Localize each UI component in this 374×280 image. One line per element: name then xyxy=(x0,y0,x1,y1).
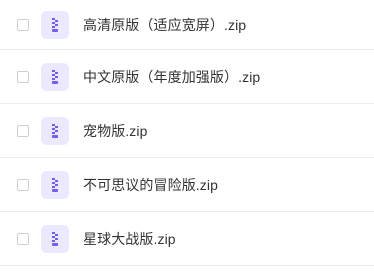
file-list: 高清原版（适应宽屏）.zip 中文原版（年度加强版）.zip 宠物版.zip 不… xyxy=(0,0,374,280)
file-name[interactable]: 星球大战版.zip xyxy=(83,229,176,249)
file-row[interactable]: 宠物版.zip xyxy=(0,104,374,158)
zip-file-icon xyxy=(41,62,69,91)
zip-file-icon xyxy=(41,170,69,199)
file-row[interactable]: 高清原版（适应宽屏）.zip xyxy=(0,0,374,50)
row-checkbox[interactable] xyxy=(17,124,29,137)
file-name[interactable]: 不可思议的冒险版.zip xyxy=(83,175,218,195)
row-checkbox[interactable] xyxy=(17,178,29,191)
zip-file-icon xyxy=(41,224,69,253)
file-row[interactable]: 中文原版（年度加强版）.zip xyxy=(0,50,374,104)
row-checkbox[interactable] xyxy=(17,18,29,31)
row-checkbox[interactable] xyxy=(17,70,29,83)
file-row[interactable]: 星球大战版.zip xyxy=(0,212,374,266)
file-name[interactable]: 中文原版（年度加强版）.zip xyxy=(83,67,260,87)
row-checkbox[interactable] xyxy=(17,232,29,245)
zip-file-icon xyxy=(41,10,69,39)
zip-file-icon xyxy=(41,116,69,145)
file-name[interactable]: 宠物版.zip xyxy=(83,121,148,141)
file-name[interactable]: 高清原版（适应宽屏）.zip xyxy=(83,15,246,35)
file-row[interactable]: 不可思议的冒险版.zip xyxy=(0,158,374,212)
